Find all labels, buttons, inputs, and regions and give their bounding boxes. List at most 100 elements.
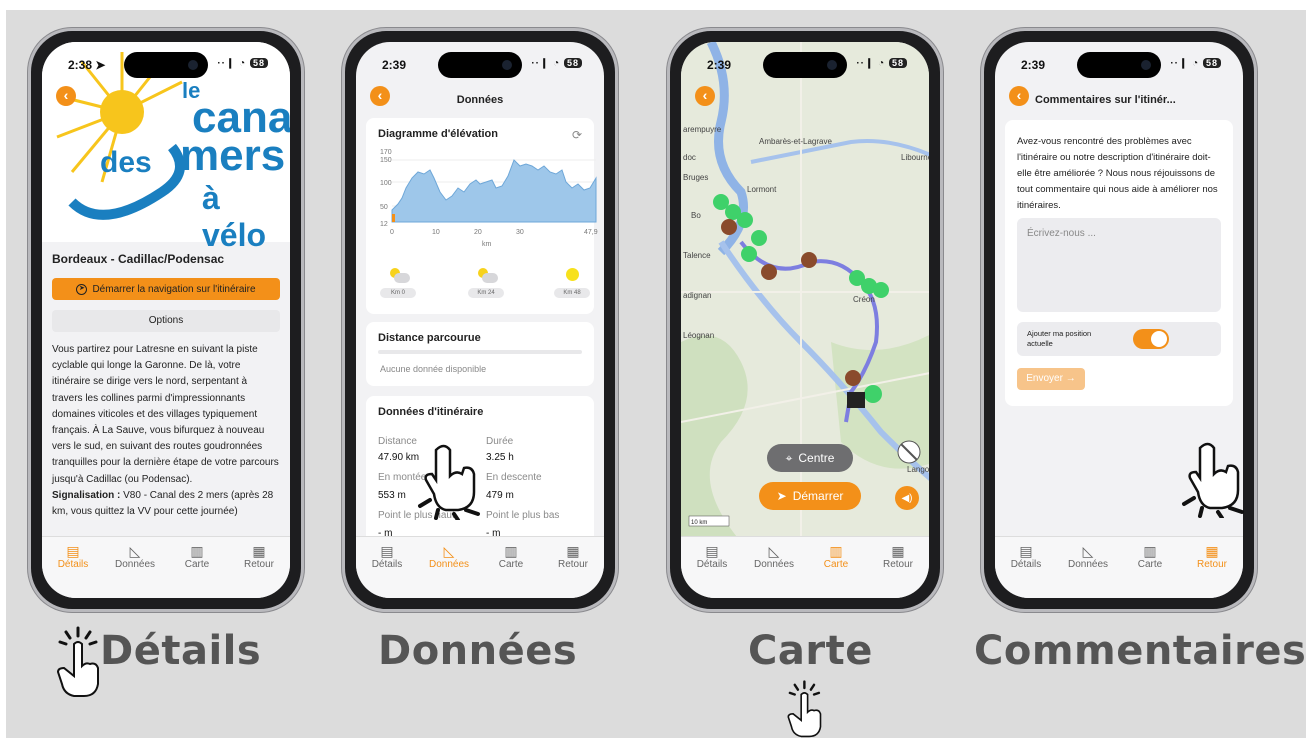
back-button[interactable]: ‹ — [56, 86, 76, 106]
tab-retour[interactable]: ▦ Retour — [1182, 543, 1242, 598]
refresh-icon[interactable]: ⟳ — [572, 128, 582, 142]
details-screen: 2:38 ➤ ··❙ ◔ 58 le canal des mers à vélo… — [42, 42, 290, 598]
x-tick-label: 30 — [516, 229, 524, 236]
elevation-card: Diagramme d'élévation ⟳ 170 150 100 50 1… — [366, 118, 598, 314]
document-icon: ▤ — [380, 543, 394, 559]
caption-donnees: Données — [378, 628, 578, 674]
map-place-label: Lormont — [747, 185, 777, 194]
map-icon: ▥ — [829, 543, 843, 559]
tab-retour[interactable]: ▦ Retour — [229, 543, 289, 598]
caption-commentaires: Commentaires — [974, 628, 1307, 674]
descente-value: 479 m — [486, 490, 514, 501]
phone-details: 2:38 ➤ ··❙ ◔ 58 le canal des mers à vélo… — [28, 28, 304, 612]
chart-icon: ◺ — [129, 543, 141, 559]
page-title: Commentaires sur l'itinér... — [1035, 94, 1176, 106]
centre-button[interactable]: ⌖ Centre — [767, 444, 853, 472]
map-place-label: Talence — [683, 251, 711, 260]
weather-label: Km 48 — [554, 288, 590, 298]
status-time: 2:39 — [1021, 58, 1046, 72]
tab-retour[interactable]: ▦ Retour — [868, 543, 928, 598]
crosshair-icon: ⌖ — [785, 450, 793, 465]
back-button[interactable]: ‹ — [695, 86, 715, 106]
map-scale-label: 10 km — [691, 520, 707, 526]
battery-icon: 58 — [1202, 58, 1221, 68]
tab-details[interactable]: ▤ Détails — [682, 543, 742, 598]
map-place-label: arempuyre — [683, 125, 722, 134]
y-tick-label: 12 — [380, 221, 388, 228]
weather-km48: Km 48 — [554, 268, 590, 298]
weather-km24: Km 24 — [468, 268, 504, 298]
status-bar: 2:38 ➤ ··❙ ◔ 58 — [42, 56, 290, 76]
send-button[interactable]: Envoyer → — [1017, 368, 1085, 390]
start-navigation-button[interactable]: ➤ Démarrer la navigation sur l'itinérair… — [52, 278, 280, 300]
page-title: Données — [456, 94, 504, 106]
caption-carte: Carte — [748, 628, 873, 674]
toggle-label: Ajouter ma position actuelle — [1027, 329, 1092, 348]
location-toggle-row: Ajouter ma position actuelle — [1017, 322, 1221, 356]
sound-button[interactable]: ◀) — [895, 486, 919, 510]
start-label: Démarrer — [792, 489, 844, 503]
tab-donnees[interactable]: ◺ Données — [744, 543, 804, 598]
tab-bar: ▤ Détails ◺ Données ▥ Carte ▦ Retour — [356, 536, 604, 598]
status-icons: ··❙ ◔ 58 — [856, 58, 907, 69]
tab-bar: ▤ Détails ◺ Données ▥ Carte ▦ Retour — [681, 536, 929, 598]
elevation-area — [391, 159, 597, 223]
status-time: 2:39 — [707, 58, 732, 72]
back-button[interactable]: ‹ — [370, 86, 390, 106]
description-text: Vous partirez pour Latresne en suivant l… — [52, 344, 279, 485]
options-button[interactable]: Options — [52, 310, 280, 332]
tab-details[interactable]: ▤ Détails — [996, 543, 1056, 598]
tab-carte[interactable]: ▥ Carte — [806, 543, 866, 598]
tab-carte[interactable]: ▥ Carte — [481, 543, 541, 598]
map-place-label: adignan — [683, 291, 711, 300]
y-tick-label: 170 — [380, 149, 392, 156]
phone-commentaires: 2:39 ··❙ ◔ 58 ‹ Commentaires sur l'itiné… — [981, 28, 1257, 612]
distance-progress — [378, 350, 582, 354]
tap-hand-icon — [56, 626, 99, 697]
tab-details[interactable]: ▤ Détails — [43, 543, 103, 598]
back-button[interactable]: ‹ — [1009, 86, 1029, 106]
x-tick-label: 20 — [474, 229, 482, 236]
navigation-icon: ➤ — [76, 283, 88, 295]
status-bar: 2:39 ··❙ ◔ 58 — [356, 56, 604, 76]
feedback-card: Avez-vous rencontré des problèmes avec l… — [1005, 120, 1233, 406]
partly-cloudy-icon — [468, 268, 504, 284]
signal-label: Signalisation : — [52, 489, 121, 501]
document-icon: ▤ — [705, 543, 719, 559]
tab-carte[interactable]: ▥ Carte — [167, 543, 227, 598]
carte-screen: 2:39 ··❙ ◔ 58 ‹ arempuyre Ambarès-et-Lag… — [681, 42, 929, 598]
x-tick-label: 10 — [432, 229, 440, 236]
elevation-title: Diagramme d'élévation — [378, 128, 498, 140]
descente-label: En descente — [486, 472, 542, 483]
feedback-textarea[interactable]: Écrivez-nous ... — [1017, 218, 1221, 312]
distance-card: Distance parcourue Aucune donnée disponi… — [366, 322, 594, 386]
tab-details[interactable]: ▤ Détails — [357, 543, 417, 598]
feedback-icon: ▦ — [252, 543, 266, 559]
map-place-label: Créon — [853, 295, 875, 304]
tab-donnees[interactable]: ◺ Données — [105, 543, 165, 598]
distance-value: 47.90 km — [378, 452, 420, 463]
tab-carte[interactable]: ▥ Carte — [1120, 543, 1180, 598]
phone-donnees: 2:39 ··❙ ◔ 58 ‹ Données Diagramme d'élév… — [342, 28, 618, 612]
tab-donnees[interactable]: ◺ Données — [1058, 543, 1118, 598]
route-title: Bordeaux - Cadillac/Podensac — [52, 252, 225, 266]
itinerary-title: Données d'itinéraire — [378, 406, 484, 418]
duree-label: Durée — [486, 436, 514, 447]
document-icon: ▤ — [1019, 543, 1033, 559]
tap-hand-icon — [787, 680, 822, 738]
location-toggle[interactable] — [1133, 329, 1169, 349]
tap-hand-icon — [418, 444, 480, 520]
duree-value: 3.25 h — [486, 452, 514, 463]
weather-label: Km 0 — [380, 288, 416, 298]
chart-icon: ◺ — [768, 543, 780, 559]
map-icon: ▥ — [190, 543, 204, 559]
start-button[interactable]: ➤ Démarrer — [759, 482, 861, 510]
distance-label: Distance — [378, 436, 417, 447]
status-icons: ··❙ ◔ 58 — [1170, 58, 1221, 69]
status-icons: ··❙ ◔ 58 — [531, 58, 582, 69]
tab-donnees[interactable]: ◺ Données — [419, 543, 479, 598]
map-place-label: Bruges — [683, 173, 708, 182]
tab-retour[interactable]: ▦ Retour — [543, 543, 603, 598]
centre-label: Centre — [798, 451, 835, 465]
logo-word-mers: mers — [180, 131, 286, 180]
